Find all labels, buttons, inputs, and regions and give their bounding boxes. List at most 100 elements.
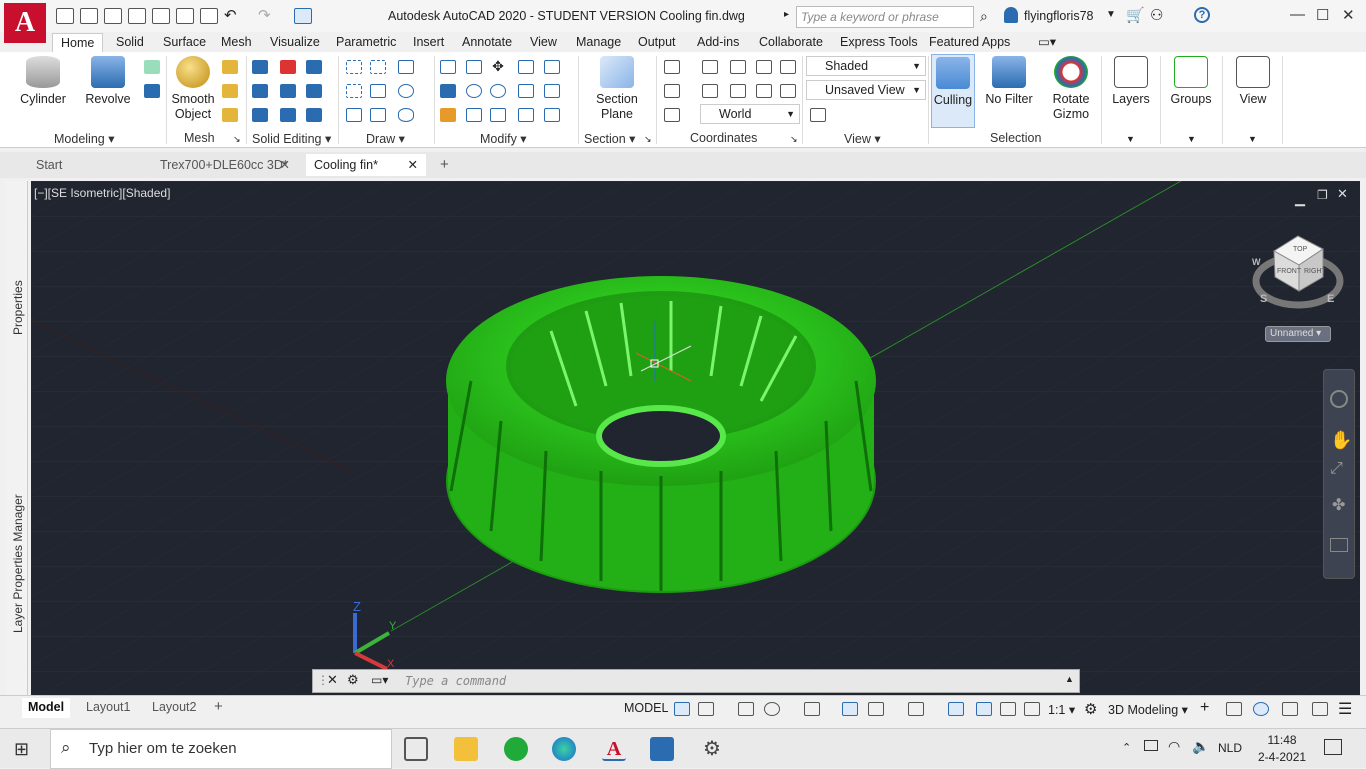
tab-view[interactable]: View (522, 33, 565, 53)
open-web-icon[interactable] (152, 8, 170, 24)
tab-mesh[interactable]: Mesh (213, 33, 260, 53)
model-space-toggle[interactable]: MODEL (620, 701, 672, 715)
line-draw-icon[interactable] (370, 84, 386, 98)
modify-panel-label[interactable]: Modify ▾ (480, 131, 527, 146)
minimize-icon[interactable]: — (1290, 6, 1305, 23)
chevron-down-icon[interactable]: ▼ (1248, 134, 1257, 144)
tab-insert[interactable]: Insert (405, 33, 452, 53)
ucs-icon[interactable] (756, 84, 772, 98)
ribbon-options-icon[interactable]: ▭▾ (1030, 33, 1064, 53)
maximize-icon[interactable]: ☐ (1316, 6, 1329, 24)
offset-icon[interactable] (518, 108, 534, 122)
launcher-icon[interactable]: ↘ (790, 134, 798, 145)
layout-tab-layout1[interactable]: Layout1 (80, 698, 136, 718)
ucs-menu[interactable]: Unnamed ▾ (1265, 326, 1331, 342)
layer-properties-palette-tab[interactable]: Layer Properties Manager (11, 494, 25, 633)
tab-surface[interactable]: Surface (155, 33, 214, 53)
3d-osnap-icon[interactable] (908, 702, 924, 716)
rectangle-icon[interactable] (370, 108, 386, 122)
ortho-icon[interactable] (738, 702, 754, 716)
viewport-restore-icon[interactable]: ❐ (1317, 188, 1328, 202)
tab-output[interactable]: Output (630, 33, 684, 53)
separate-icon[interactable] (306, 108, 322, 122)
edge-browser-icon[interactable] (552, 737, 576, 761)
arc-icon[interactable] (398, 60, 414, 74)
no-filter-button[interactable]: No Filter (984, 56, 1034, 107)
viewport-config-icon[interactable] (810, 108, 826, 122)
workspace-icon[interactable] (294, 8, 312, 24)
mesh-refine-icon[interactable] (222, 84, 238, 98)
drawing-viewport[interactable]: Z Y X TOP FRONT RIGHT S E W [−][SE Isome… (31, 181, 1360, 695)
launcher-icon[interactable]: ↘ (644, 134, 652, 145)
tab-home[interactable]: Home (52, 33, 104, 53)
search-input[interactable]: Type a keyword or phrase (796, 6, 974, 28)
array-icon[interactable] (544, 108, 560, 122)
settings-icon[interactable]: ⚙ (700, 737, 724, 761)
layers-button[interactable]: Layers (1108, 56, 1154, 107)
doc-tab-cooling-fin[interactable]: Cooling fin* ✕ (306, 154, 426, 176)
save-icon[interactable] (104, 8, 122, 24)
align-icon[interactable] (466, 84, 482, 98)
snap-icon[interactable] (698, 702, 714, 716)
volume-icon[interactable]: 🔈 (1192, 738, 1209, 755)
dynamic-ucs-icon[interactable] (948, 702, 964, 716)
ucs-icon[interactable] (730, 84, 746, 98)
open-icon[interactable] (80, 8, 98, 24)
new-icon[interactable] (56, 8, 74, 24)
mesh-panel-label[interactable]: Mesh (184, 131, 215, 145)
trim-icon[interactable] (544, 60, 560, 74)
modeling-panel-label[interactable]: Modeling ▾ (54, 131, 114, 146)
annotation-scale[interactable]: 1:1 ▾ (1048, 702, 1075, 717)
tab-annotate[interactable]: Annotate (454, 33, 520, 53)
interfere-icon[interactable] (252, 108, 268, 122)
circle-icon[interactable] (398, 84, 414, 98)
tab-parametric[interactable]: Parametric (328, 33, 404, 53)
properties-palette-tab[interactable]: Properties (11, 280, 25, 335)
tab-manage[interactable]: Manage (568, 33, 629, 53)
cylinder-button[interactable]: Cylinder (18, 56, 68, 107)
gear-icon[interactable]: ⚙ (1084, 700, 1097, 718)
task-view-icon[interactable] (404, 737, 428, 761)
presspull-icon[interactable] (144, 84, 160, 98)
ucs-icon[interactable] (780, 60, 796, 74)
wifi-icon[interactable]: ◠ (1168, 738, 1180, 755)
close-icon[interactable]: ✕ (1342, 6, 1355, 24)
mirror-icon[interactable] (440, 60, 456, 74)
selection-filter-icon[interactable] (976, 702, 992, 716)
chevron-up-icon[interactable]: ▲ (1065, 674, 1074, 684)
extrude-icon[interactable] (144, 60, 160, 74)
draw-panel-label[interactable]: Draw ▾ (366, 131, 405, 146)
line-icon[interactable] (346, 60, 362, 74)
union-icon[interactable] (252, 60, 268, 74)
tab-collaborate[interactable]: Collaborate (751, 33, 831, 53)
gizmo-toggle-icon[interactable] (1000, 702, 1016, 716)
polyline-icon[interactable] (370, 60, 386, 74)
tab-add-ins[interactable]: Add-ins (689, 33, 747, 53)
plot-icon[interactable] (200, 8, 218, 24)
doc-tab-trex[interactable]: Trex700+DLE60cc 3D* ✕ (152, 154, 296, 176)
command-line[interactable]: ⋮ ✕ ⚙ ▭▾ Type a command ▲ (312, 669, 1080, 693)
command-input[interactable]: Type a command (405, 674, 506, 688)
hardware-acceleration-icon[interactable] (1253, 702, 1269, 716)
doc-tab-start[interactable]: Start (28, 154, 148, 176)
language-indicator[interactable]: NLD (1218, 741, 1242, 755)
zoom-icon[interactable]: ⤢ (1330, 460, 1343, 478)
wrench-icon[interactable]: ⚙ (347, 672, 359, 688)
polygon-icon[interactable] (346, 108, 362, 122)
tab-visualize[interactable]: Visualize (262, 33, 328, 53)
customization-menu-icon[interactable]: ☰ (1338, 699, 1352, 719)
ucs-icon[interactable] (702, 60, 718, 74)
view-button[interactable]: View (1230, 56, 1276, 107)
windows-start-icon[interactable]: ⊞ (14, 739, 29, 760)
subtract-icon[interactable] (280, 60, 296, 74)
erase-icon[interactable] (440, 108, 456, 122)
cooling-fin-model[interactable] (446, 276, 876, 593)
fullscreen-icon[interactable] (1312, 702, 1328, 716)
rotate-icon[interactable] (490, 84, 506, 98)
edit-icon[interactable] (306, 60, 322, 74)
redo-icon[interactable]: ↷ (258, 6, 271, 24)
ellipse-icon[interactable] (398, 108, 414, 122)
coordinates-panel-label[interactable]: Coordinates (690, 131, 757, 145)
clock[interactable]: 11:48 2-4-2021 (1258, 732, 1306, 766)
plus-icon[interactable]: + (1200, 699, 1209, 717)
